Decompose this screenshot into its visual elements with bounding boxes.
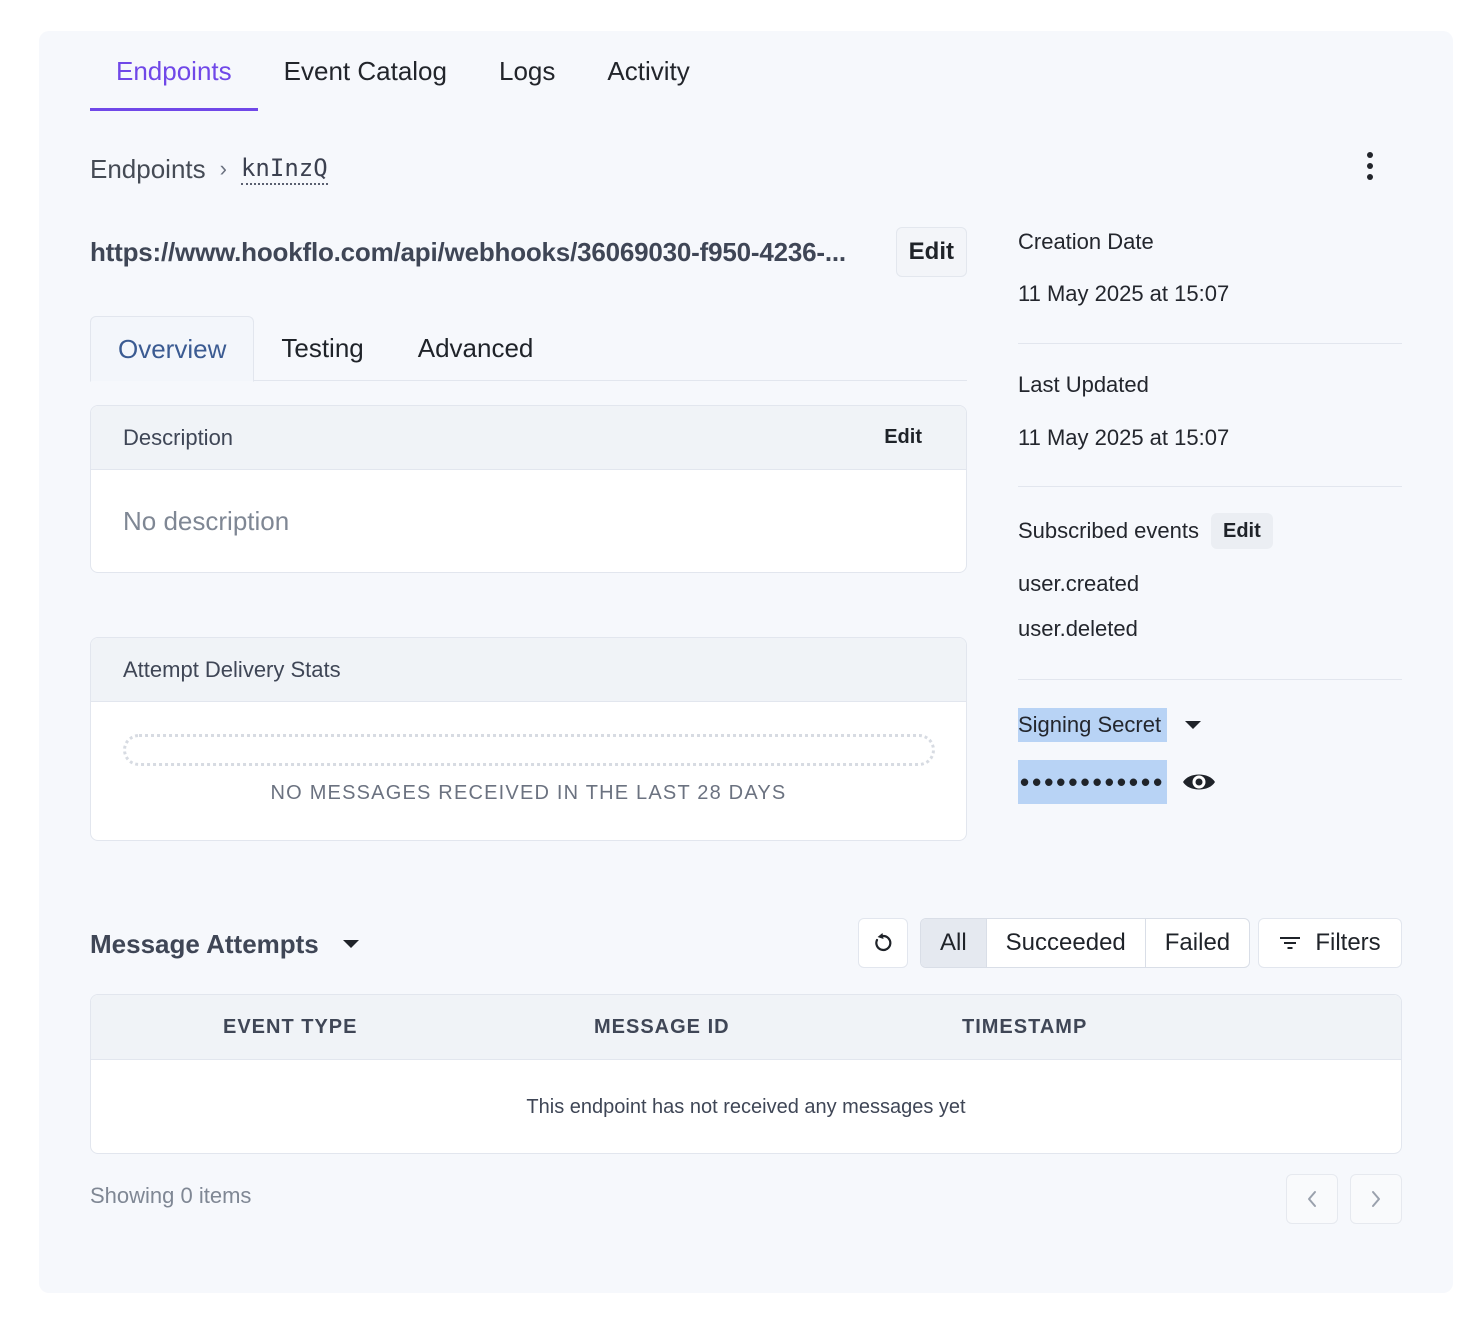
breadcrumb: Endpoints › knInzQ — [90, 149, 328, 189]
delivery-stats-title: Attempt Delivery Stats — [123, 656, 341, 682]
tab-overview[interactable]: Overview — [90, 316, 255, 382]
tab-event-catalog[interactable]: Event Catalog — [258, 31, 473, 111]
signing-secret-value-row: •••••••••••• — [1018, 760, 1402, 804]
divider — [1018, 679, 1402, 680]
caret-down-icon — [342, 940, 359, 948]
signing-secret-label: Signing Secret — [1018, 708, 1168, 742]
kebab-menu-icon[interactable] — [1355, 149, 1385, 183]
event-item: user.deleted — [1018, 616, 1138, 641]
chevron-left-icon — [1308, 1191, 1316, 1207]
tab-logs[interactable]: Logs — [473, 31, 581, 111]
message-attempts-title[interactable]: Message Attempts — [90, 924, 359, 964]
divider — [1018, 343, 1402, 344]
edit-url-button[interactable]: Edit — [895, 227, 967, 277]
edit-description-button[interactable]: Edit — [872, 422, 934, 453]
tab-advanced[interactable]: Advanced — [391, 316, 561, 381]
description-text: No description — [123, 505, 290, 536]
filter-icon — [1280, 937, 1301, 949]
table-empty-message: This endpoint has not received any messa… — [526, 1095, 966, 1118]
tab-activity[interactable]: Activity — [581, 31, 715, 111]
stats-placeholder-bar — [123, 734, 935, 766]
description-title: Description — [123, 424, 234, 450]
eye-icon[interactable] — [1181, 769, 1217, 795]
delivery-stats-header: Attempt Delivery Stats — [91, 638, 966, 702]
main-panel: Endpoints Event Catalog Logs Activity En… — [39, 31, 1453, 1293]
prev-page-button[interactable] — [1286, 1174, 1338, 1224]
tab-endpoints[interactable]: Endpoints — [90, 31, 258, 111]
next-page-button[interactable] — [1350, 1174, 1402, 1224]
subscribed-events-section: Subscribed events Edit user.created user… — [1018, 513, 1402, 643]
divider — [1018, 486, 1402, 487]
chevron-right-icon: › — [219, 156, 227, 181]
description-card: Description Edit No description — [90, 405, 967, 573]
creation-date-value: 11 May 2025 at 15:07 — [1018, 281, 1230, 306]
column-timestamp: TIMESTAMP — [962, 1016, 1088, 1038]
last-updated-label: Last Updated — [1018, 372, 1149, 397]
signing-secret-value: •••••••••••• — [1018, 760, 1168, 804]
refresh-icon — [875, 933, 892, 952]
message-attempts-table: EVENT TYPE MESSAGE ID TIMESTAMP This end… — [90, 994, 1402, 1154]
endpoint-url: https://www.hookflo.com/api/webhooks/360… — [90, 236, 846, 267]
endpoint-id[interactable]: knInzQ — [240, 153, 328, 185]
top-tabs: Endpoints Event Catalog Logs Activity — [90, 31, 716, 111]
delivery-stats-body: NO MESSAGES RECEIVED IN THE LAST 28 DAYS — [91, 702, 966, 840]
filters-label: Filters — [1315, 929, 1381, 956]
message-attempts-label: Message Attempts — [90, 928, 319, 959]
signing-secret-section: Signing Secret •••••••••••• — [1018, 708, 1402, 804]
subscribed-events-label: Subscribed events — [1018, 518, 1199, 543]
filter-all[interactable]: All — [921, 919, 987, 967]
endpoint-url-row: https://www.hookflo.com/api/webhooks/360… — [90, 226, 967, 278]
caret-down-icon[interactable] — [1185, 721, 1202, 729]
column-message-id: MESSAGE ID — [594, 1016, 730, 1038]
delivery-stats-card: Attempt Delivery Stats NO MESSAGES RECEI… — [90, 637, 967, 841]
chevron-right-icon — [1372, 1191, 1380, 1207]
column-event-type: EVENT TYPE — [223, 1016, 358, 1038]
creation-date-label: Creation Date — [1018, 229, 1154, 254]
table-header: EVENT TYPE MESSAGE ID TIMESTAMP — [91, 995, 1401, 1060]
edit-events-button[interactable]: Edit — [1211, 513, 1273, 549]
refresh-button[interactable] — [858, 918, 908, 968]
breadcrumb-endpoints-link[interactable]: Endpoints — [90, 154, 206, 185]
filters-button[interactable]: Filters — [1258, 918, 1402, 968]
last-updated-section: Last Updated 11 May 2025 at 15:07 — [1018, 372, 1402, 451]
creation-date-section: Creation Date 11 May 2025 at 15:07 — [1018, 229, 1402, 307]
endpoint-sub-tabs: Overview Testing Advanced — [90, 316, 967, 382]
showing-count: Showing 0 items — [90, 1183, 252, 1208]
description-card-header: Description Edit — [91, 406, 966, 470]
filter-succeeded[interactable]: Succeeded — [987, 919, 1146, 967]
signing-secret-header: Signing Secret — [1018, 708, 1402, 742]
event-item: user.created — [1018, 571, 1140, 596]
last-updated-value: 11 May 2025 at 15:07 — [1018, 425, 1230, 450]
stats-empty-message: NO MESSAGES RECEIVED IN THE LAST 28 DAYS — [270, 782, 787, 804]
filter-failed[interactable]: Failed — [1146, 919, 1249, 967]
subscribed-events-header: Subscribed events Edit — [1018, 513, 1402, 549]
status-filter-segmented: All Succeeded Failed — [920, 918, 1251, 968]
tab-testing[interactable]: Testing — [254, 316, 390, 381]
